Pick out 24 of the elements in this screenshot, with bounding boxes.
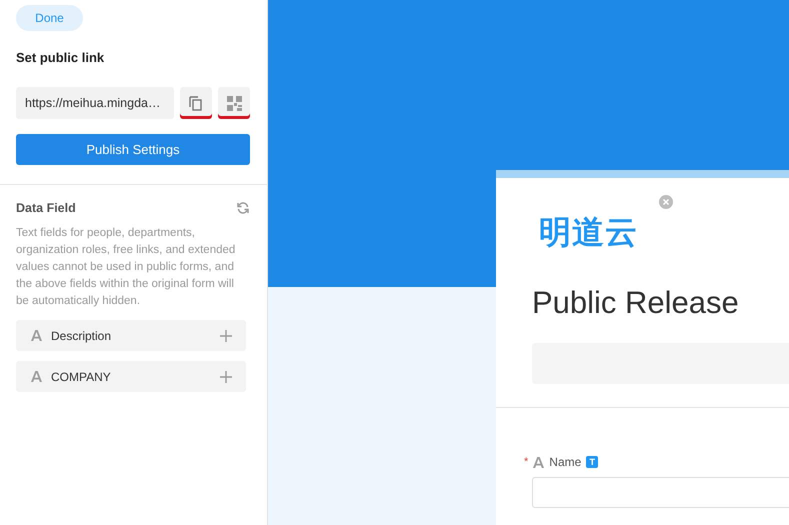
required-mark: * <box>524 456 528 468</box>
section-title: Set public link <box>16 50 104 65</box>
qr-code-button[interactable] <box>218 87 250 119</box>
field-type-badge: T <box>586 456 598 468</box>
data-field-item[interactable]: COMPANY <box>16 361 246 392</box>
qr-code-icon <box>226 96 242 110</box>
text-field-icon <box>31 330 42 341</box>
copy-button[interactable] <box>180 87 212 119</box>
logo: 明道云 <box>539 214 638 251</box>
text-field-icon <box>31 371 42 382</box>
form-title: Public Release <box>532 285 740 321</box>
plus-icon[interactable] <box>220 330 232 342</box>
close-icon[interactable] <box>659 195 673 209</box>
url-field[interactable]: https://meihua.mingda… <box>16 87 174 119</box>
copy-icon <box>189 96 203 110</box>
description-text: Text fields for people, departments, organization roles, free links, and extended values cannot be used in public forms, and the above fields within the original form will be automatically hidden. <box>16 226 236 309</box>
publish-settings-button[interactable]: Publish Settings <box>16 134 250 165</box>
section-title: Data Field <box>16 201 76 215</box>
refresh-icon[interactable] <box>237 202 249 214</box>
name-input[interactable] <box>532 477 789 508</box>
text-field-icon <box>533 456 544 468</box>
data-field-item[interactable]: Description <box>16 320 246 351</box>
plus-icon[interactable] <box>220 370 232 382</box>
field-label: Name <box>549 455 582 469</box>
